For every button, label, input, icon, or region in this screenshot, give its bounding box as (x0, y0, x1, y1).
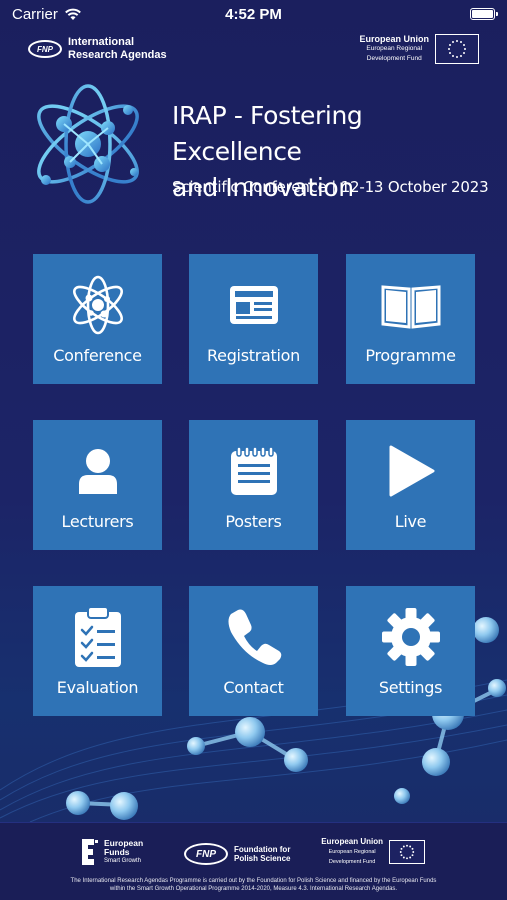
settings-label: Settings (378, 678, 443, 697)
ef-line3: Smart Growth (104, 857, 142, 864)
eu-sub-line1: European Regional (366, 45, 423, 52)
status-bar: Carrier 4:52 PM (0, 0, 507, 28)
european-funds-icon (82, 839, 98, 865)
registration-label: Registration (207, 346, 300, 365)
contact-button[interactable]: Contact (189, 586, 318, 716)
ef-line2: Funds (104, 846, 130, 857)
contact-label: Contact (223, 678, 284, 697)
fnp-name-line2: Research Agendas (68, 49, 167, 61)
eu-flag-icon (435, 34, 479, 64)
app-screen: Carrier 4:52 PM FNP International Resear… (0, 0, 507, 900)
clipboard-checklist-icon (66, 606, 130, 668)
fnp-footer-line1: Foundation for (234, 845, 291, 854)
title-line1: IRAP - Fostering Excellence (172, 101, 363, 166)
fnp-logo: FNP International Research Agendas (28, 36, 167, 62)
wifi-icon (64, 8, 81, 20)
footer: European Funds Smart Growth FNP Foundati… (0, 822, 507, 900)
atom-logo-icon (37, 84, 139, 204)
notepad-icon (222, 440, 286, 502)
settings-button[interactable]: Settings (346, 586, 475, 716)
carrier-label: Carrier (12, 5, 58, 23)
phone-icon (222, 606, 286, 668)
posters-button[interactable]: Posters (189, 420, 318, 550)
eu-footer-sub-line1: European Regional (328, 849, 376, 855)
programme-label: Programme (365, 346, 456, 365)
eu-footer-flag-icon (389, 840, 425, 864)
eu-logo: European Union European Regional Develop… (359, 34, 479, 64)
gear-icon (379, 606, 443, 668)
lecturers-button[interactable]: Lecturers (33, 420, 162, 550)
eu-footer-logo: European Union European Regional Develop… (321, 837, 425, 867)
registration-button[interactable]: Registration (189, 254, 318, 384)
conference-label: Conference (53, 346, 142, 365)
fnp-footer-line2: Polish Science (234, 854, 291, 863)
eu-footer-sub-line2: Development Fund (328, 859, 376, 865)
live-button[interactable]: Live (346, 420, 475, 550)
person-icon (66, 440, 130, 502)
conference-button[interactable]: Conference (33, 254, 162, 384)
programme-button[interactable]: Programme (346, 254, 475, 384)
menu-grid: Conference Registration Programme Lectur… (33, 254, 475, 716)
battery-icon (470, 8, 498, 20)
top-logos: FNP International Research Agendas Europ… (0, 34, 507, 70)
lecturers-label: Lecturers (61, 512, 134, 531)
eu-title: European Union (359, 34, 430, 44)
live-label: Live (394, 512, 427, 531)
funding-note-line2: within the Smart Growth Operational Prog… (109, 886, 398, 892)
conference-subtitle: Scientific Conference | 12-13 October 20… (172, 178, 489, 196)
evaluation-label: Evaluation (56, 678, 139, 697)
eu-sub-line2: Development Fund (366, 55, 422, 62)
open-book-icon (379, 274, 443, 336)
fnp-name-line1: International (68, 36, 135, 48)
eu-footer-title: European Union (321, 837, 383, 846)
evaluation-button[interactable]: Evaluation (33, 586, 162, 716)
funding-note-line1: The International Research Agendas Progr… (70, 878, 437, 884)
european-funds-logo: European Funds Smart Growth (80, 837, 143, 867)
posters-label: Posters (225, 512, 282, 531)
play-icon (379, 440, 443, 502)
fnp-mark: FNP (28, 40, 62, 58)
fnp-footer-mark: FNP (184, 843, 228, 865)
fnp-footer-logo: FNP Foundation for Polish Science (184, 843, 290, 865)
funding-note: The International Research Agendas Progr… (30, 877, 477, 893)
atom-icon (66, 274, 130, 336)
id-card-icon (222, 274, 286, 336)
